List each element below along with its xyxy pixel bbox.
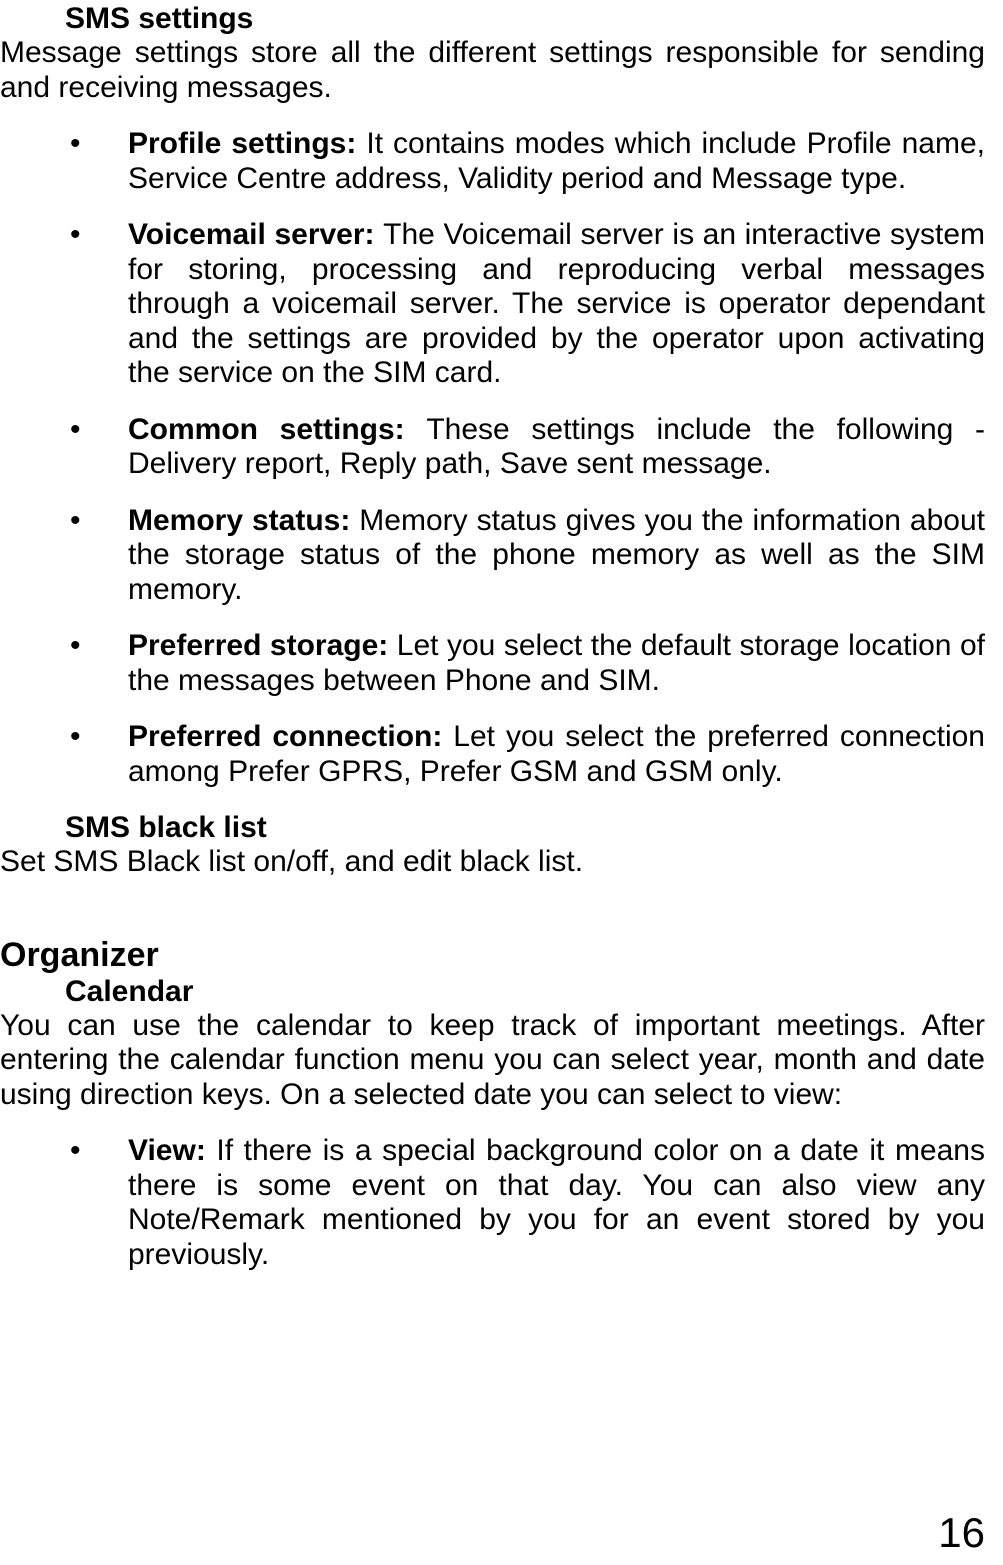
list-item: Memory status: Memory status gives you t… — [0, 504, 985, 608]
item-text: If there is a special background color o… — [128, 1134, 985, 1271]
page-number: 16 — [938, 1509, 985, 1557]
item-label: Preferred storage: — [128, 629, 397, 662]
sms-settings-list: Profile settings: It contains modes whic… — [0, 127, 985, 789]
item-label: Memory status: — [128, 504, 359, 537]
sms-blacklist-heading: SMS black list — [65, 811, 985, 845]
list-item: Common settings: These settings include … — [0, 413, 985, 482]
list-item: Preferred storage: Let you select the de… — [0, 629, 985, 698]
sms-settings-intro: Message settings store all the different… — [0, 36, 985, 105]
list-item: Preferred connection: Let you select the… — [0, 720, 985, 789]
sms-blacklist-text: Set SMS Black list on/off, and edit blac… — [0, 845, 985, 880]
list-item: Voicemail server: The Voicemail server i… — [0, 218, 985, 391]
item-label: Preferred connection: — [128, 720, 453, 753]
organizer-heading: Organizer — [0, 936, 985, 975]
item-label: Common settings: — [128, 413, 426, 446]
item-label: Profile settings: — [128, 127, 366, 160]
calendar-heading: Calendar — [65, 975, 985, 1009]
sms-settings-heading: SMS settings — [65, 2, 985, 36]
list-item: View: If there is a special background c… — [0, 1134, 985, 1272]
item-label: View: — [128, 1134, 216, 1167]
calendar-intro: You can use the calendar to keep track o… — [0, 1009, 985, 1113]
list-item: Profile settings: It contains modes whic… — [0, 127, 985, 196]
calendar-list: View: If there is a special background c… — [0, 1134, 985, 1272]
item-label: Voicemail server: — [128, 218, 383, 251]
